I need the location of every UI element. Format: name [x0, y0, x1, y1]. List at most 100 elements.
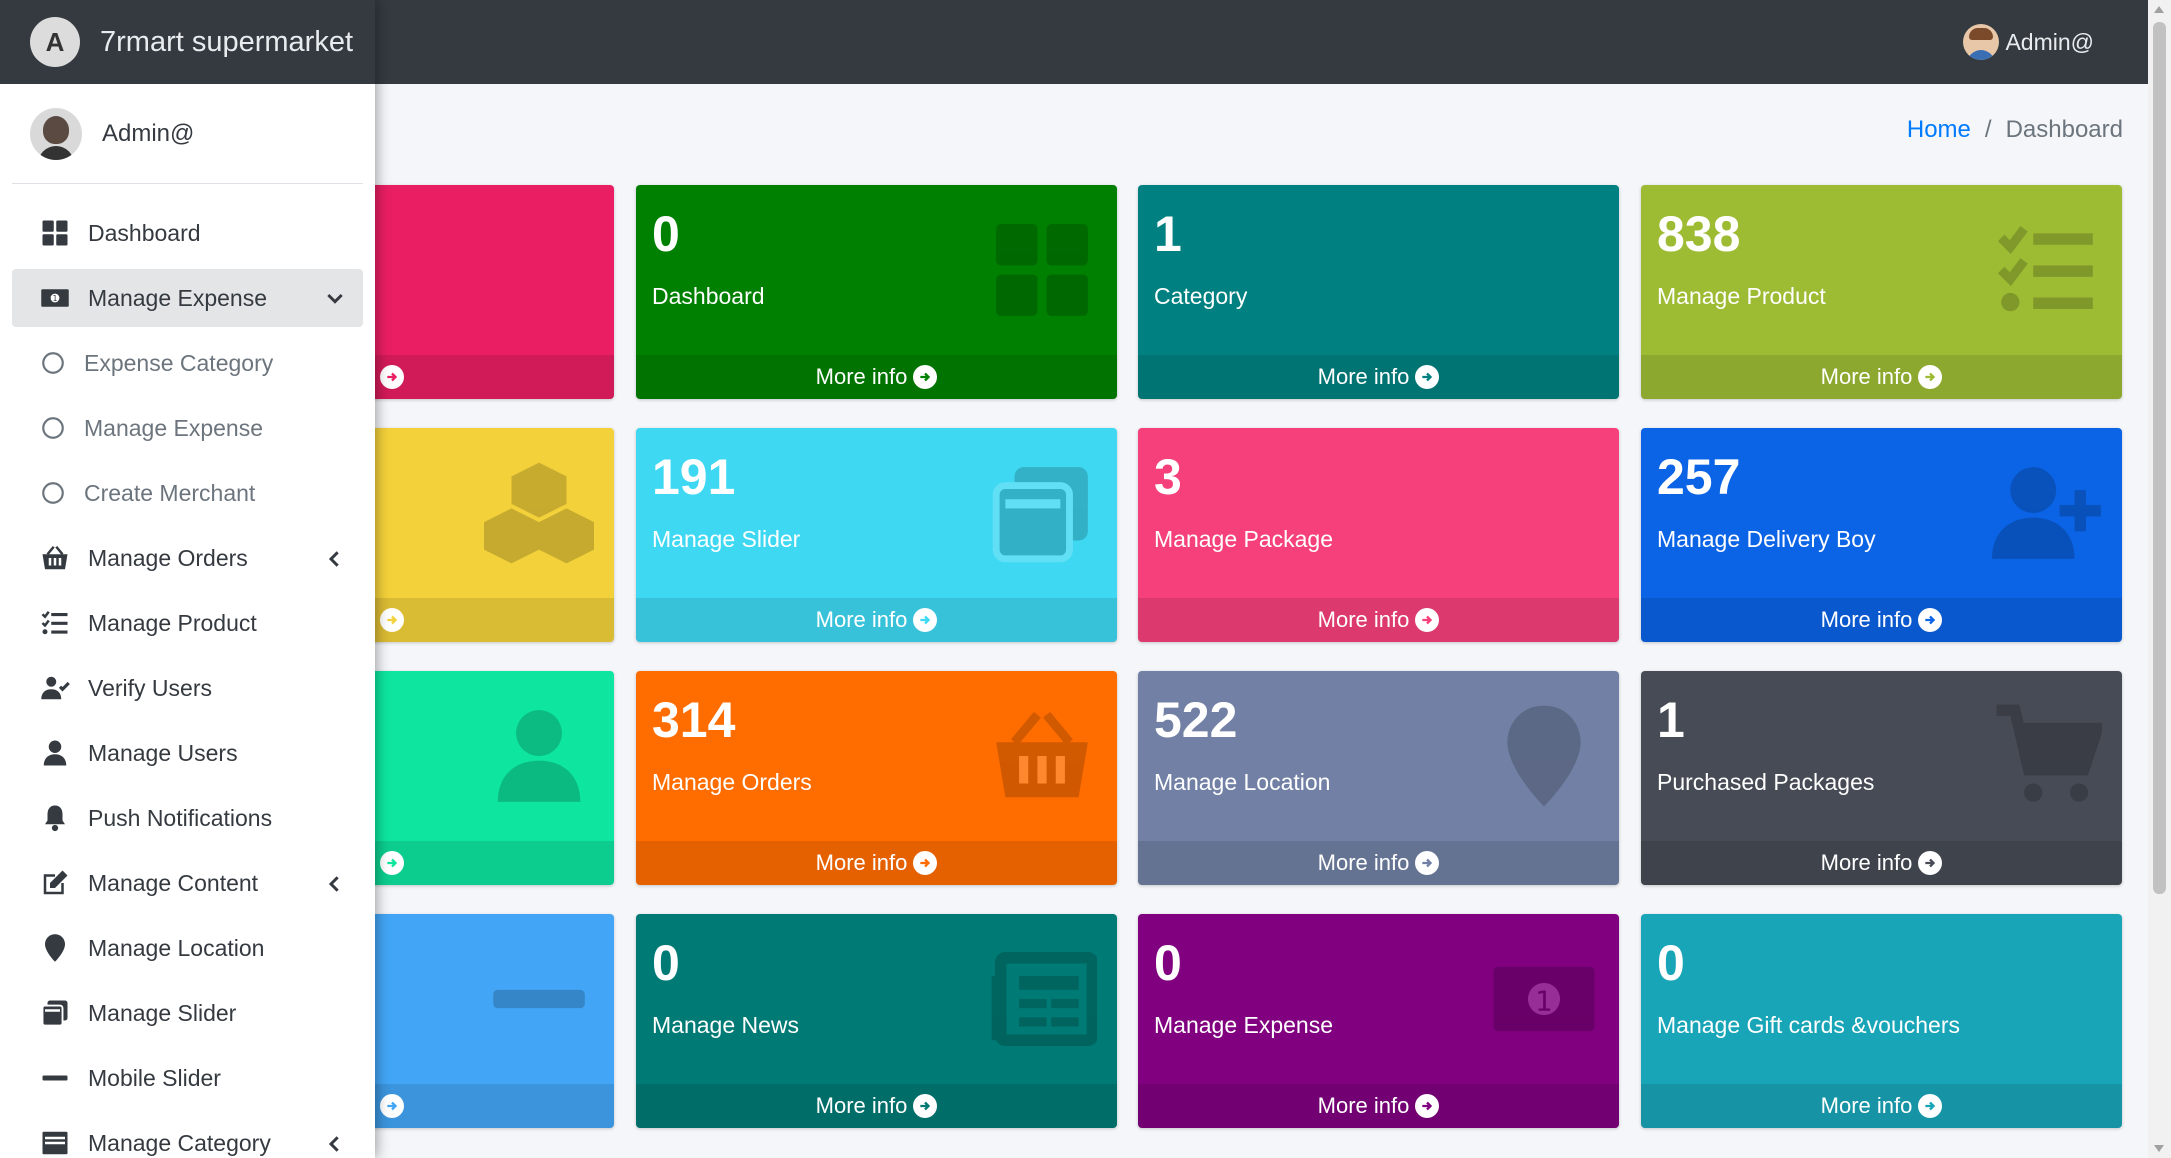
arrow-circle-right-icon	[379, 365, 404, 389]
page-scrollbar[interactable]	[2148, 0, 2171, 1158]
stat-card: 191 Manage Slider More info	[636, 428, 1117, 642]
stat-value: 1	[1657, 692, 1685, 748]
stat-card: 522 Manage Location More info	[1138, 671, 1619, 885]
sidebar-item-label: Manage Content	[88, 869, 259, 896]
sidebar-item-label: Expense Category	[84, 349, 274, 376]
sidebar-item-label: Push Notifications	[88, 804, 273, 831]
cart-icon	[1992, 701, 2106, 811]
sidebar-item-manage-expense[interactable]: Manage Expense	[12, 399, 363, 457]
sidebar-item-expense-category[interactable]: Expense Category	[12, 334, 363, 392]
more-info-link[interactable]: More info	[636, 841, 1117, 885]
sidebar-item-manage-users[interactable]: Manage Users	[12, 724, 363, 782]
more-info-link[interactable]: More info	[1641, 598, 2122, 642]
sidebar-item-dashboard[interactable]: Dashboard	[12, 204, 363, 262]
breadcrumb-home-link[interactable]: Home	[1907, 116, 1971, 144]
more-info-label: More info	[1317, 607, 1410, 632]
bell-icon	[40, 803, 70, 833]
stat-card: 838 Manage Product More info	[1641, 185, 2122, 399]
circle-icon	[40, 480, 66, 506]
stat-value: 3	[1154, 449, 1182, 505]
sidebar-item-manage-orders[interactable]: Manage Orders	[12, 529, 363, 587]
more-info-link[interactable]: More info	[1641, 1084, 2122, 1128]
sidebar-item-manage-expense[interactable]: 1 Manage Expense	[12, 269, 363, 327]
stat-value: 0	[1154, 935, 1182, 991]
stat-value: 0	[1657, 935, 1685, 991]
more-info-link[interactable]: More info	[1641, 355, 2122, 399]
more-info-link[interactable]: More info	[1138, 598, 1619, 642]
sidebar-item-label: Manage Location	[88, 934, 265, 961]
more-info-label: More info	[1317, 364, 1410, 389]
sidebar-item-manage-slider[interactable]: Manage Slider	[12, 984, 363, 1042]
tasks-icon	[1992, 215, 2102, 325]
stat-label: Manage Orders	[652, 769, 812, 795]
brand-logo-icon: A	[30, 17, 80, 67]
stat-value: 838	[1657, 206, 1741, 262]
sidebar-item-manage-location[interactable]: Manage Location	[12, 919, 363, 977]
arrow-circle-right-icon	[913, 851, 938, 875]
sidebar-item-label: Manage Slider	[88, 999, 237, 1026]
chevron-left-icon	[327, 871, 343, 898]
arrow-circle-right-icon	[1415, 851, 1440, 875]
svg-text:1: 1	[53, 294, 58, 303]
arrow-circle-right-icon	[1415, 608, 1440, 632]
more-info-link[interactable]: More info	[1138, 355, 1619, 399]
user-panel[interactable]: Admin@	[12, 84, 363, 184]
map-marker-icon	[40, 933, 70, 963]
brand-name: 7rmart supermarket	[100, 25, 354, 58]
money-bill-icon: 1	[1489, 944, 1599, 1054]
minus-icon	[40, 1063, 70, 1093]
stat-card: 0 Manage Gift cards &vouchers More info	[1641, 914, 2122, 1128]
arrow-circle-right-icon	[913, 1094, 938, 1118]
sidebar-item-manage-category[interactable]: Manage Category	[12, 1114, 363, 1158]
chevron-left-icon	[327, 1131, 343, 1158]
more-info-link[interactable]: More info	[1641, 841, 2122, 885]
sidebar-item-label: Mobile Slider	[88, 1064, 221, 1091]
user-plus-icon	[1992, 458, 2102, 568]
money-bill-icon: 1	[40, 283, 70, 313]
scroll-up-icon[interactable]	[2154, 6, 2164, 13]
arrow-circle-right-icon	[379, 608, 404, 632]
sidebar-user-name: Admin@	[102, 119, 195, 147]
scroll-down-icon[interactable]	[2154, 1145, 2164, 1152]
sidebar-item-push-notifications[interactable]: Push Notifications	[12, 789, 363, 847]
stat-label: Manage Product	[1657, 283, 1826, 309]
stat-label: Manage Gift cards &vouchers	[1657, 1012, 1960, 1038]
more-info-link[interactable]: More info	[636, 1084, 1117, 1128]
brand-link[interactable]: A 7rmart supermarket	[0, 0, 375, 84]
sidebar-item-label: Manage Orders	[88, 544, 248, 571]
more-info-label: More info	[815, 364, 908, 389]
cubes-icon	[484, 458, 594, 568]
dashboard-icon	[40, 218, 70, 248]
more-info-label: More info	[1820, 1093, 1913, 1118]
topbar-user-menu[interactable]: Admin@	[1963, 24, 2094, 60]
more-info-link[interactable]: More info	[1138, 1084, 1619, 1128]
more-info-link[interactable]: More info	[636, 598, 1117, 642]
arrow-circle-right-icon	[1415, 1094, 1440, 1118]
sidebar-item-create-merchant[interactable]: Create Merchant	[12, 464, 363, 522]
more-info-link[interactable]: More info	[1138, 841, 1619, 885]
minus-icon	[484, 944, 594, 1054]
stat-label: Manage Slider	[652, 526, 801, 552]
sidebar-item-label: Create Merchant	[84, 479, 256, 506]
scroll-thumb[interactable]	[2153, 22, 2166, 894]
sidebar-item-manage-content[interactable]: Manage Content	[12, 854, 363, 912]
more-info-label: More info	[1820, 364, 1913, 389]
sidebar-item-manage-product[interactable]: Manage Product	[12, 594, 363, 652]
stat-value: 522	[1154, 692, 1238, 748]
stat-card: 0 Manage News More info	[636, 914, 1117, 1128]
breadcrumb-current: Dashboard	[2005, 116, 2123, 143]
more-info-label: More info	[815, 1093, 908, 1118]
sidebar-item-label: Dashboard	[88, 219, 201, 246]
dashboard-icon	[987, 215, 1097, 325]
topbar-user-name: Admin@	[2005, 28, 2094, 55]
sidebar-item-label: Manage Category	[88, 1129, 271, 1156]
sidebar-item-mobile-slider[interactable]: Mobile Slider	[12, 1049, 363, 1107]
stat-card: 314 Manage Orders More info	[636, 671, 1117, 885]
stat-value: 314	[652, 692, 736, 748]
breadcrumb: Home / Dashboard	[1907, 116, 2123, 144]
arrow-circle-right-icon	[913, 608, 938, 632]
more-info-link[interactable]: More info	[636, 355, 1117, 399]
sidebar-item-label: Manage Product	[88, 609, 257, 636]
sidebar-item-verify-users[interactable]: Verify Users	[12, 659, 363, 717]
arrow-circle-right-icon	[1415, 365, 1440, 389]
